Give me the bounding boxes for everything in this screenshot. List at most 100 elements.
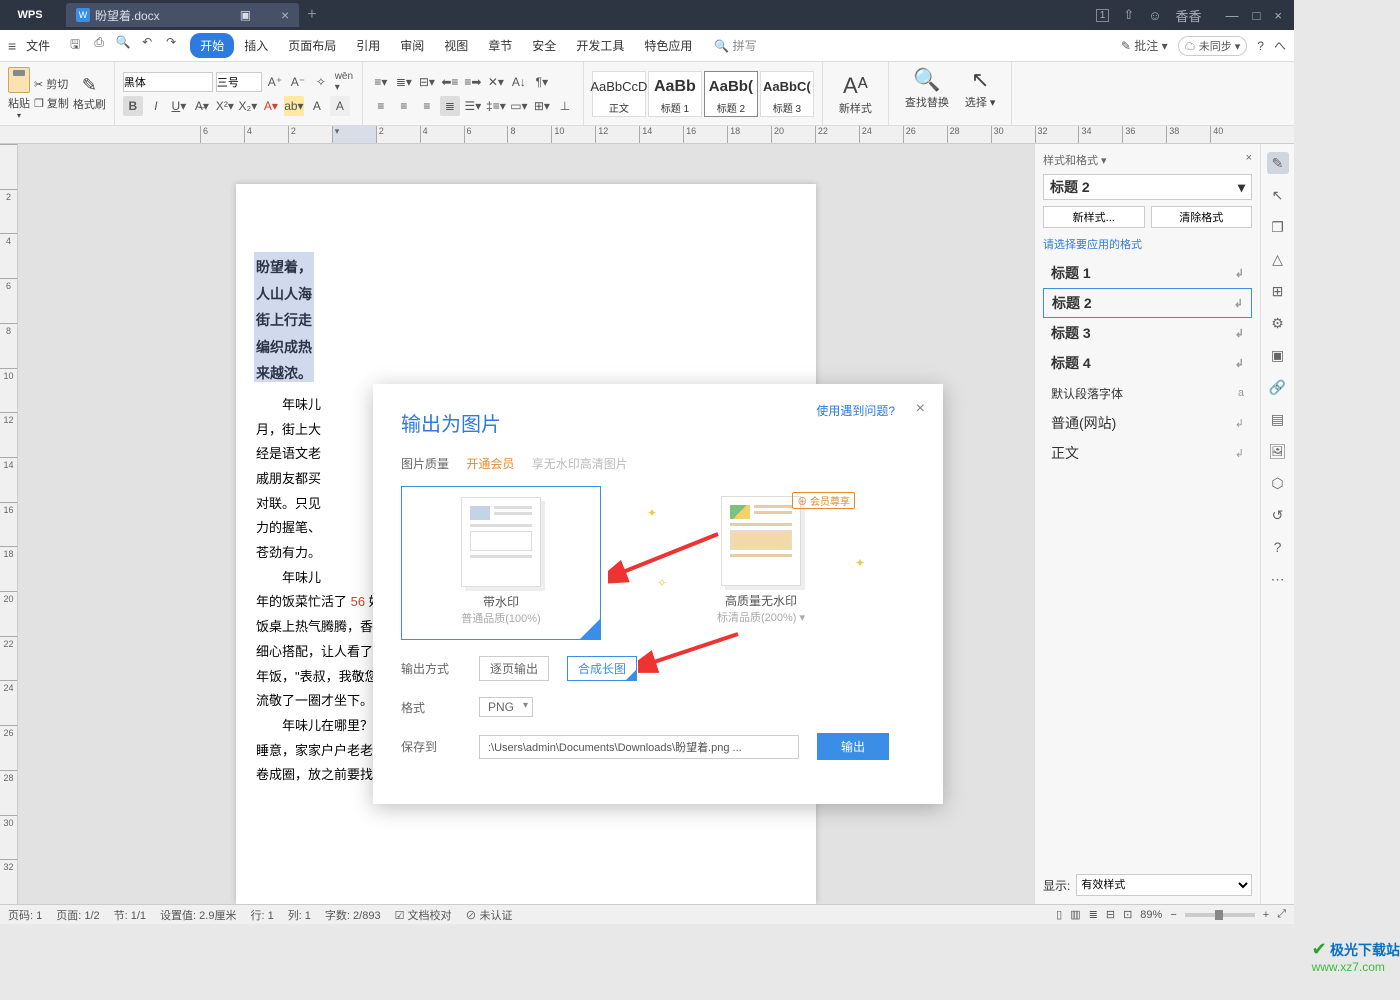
style-item-normal-web[interactable]: 普通(网站)↲ [1043,408,1252,438]
tool-shape-icon[interactable]: △ [1267,248,1289,270]
tab-vip-link[interactable]: 开通会员 [466,457,514,471]
tool-history-icon[interactable]: ↺ [1267,504,1289,526]
show-filter-select[interactable]: 有效样式 [1076,874,1252,896]
decrease-indent-icon[interactable]: ⬅≡ [440,72,460,92]
tool-more-icon[interactable]: ⋯ [1267,568,1289,590]
paste-button[interactable]: 粘贴▾ [8,67,30,120]
fullscreen-icon[interactable]: ⤢ [1277,908,1286,921]
increase-indent-icon[interactable]: ≡➡ [463,72,483,92]
numbering-icon[interactable]: ≣▾ [394,72,414,92]
zoom-in-icon[interactable]: + [1263,909,1269,921]
tool-image-icon[interactable]: ▣ [1267,344,1289,366]
tab-start[interactable]: 开始 [190,33,234,58]
maximize-icon[interactable]: □ [1253,8,1261,23]
clear-format-icon[interactable]: ✧ [311,72,331,92]
style-normal[interactable]: AaBbCcD正文 [592,71,646,117]
tab-restore-icon[interactable]: ▣ [240,8,251,22]
ruler-vertical[interactable]: 2468101214161820222426283032 [0,144,18,904]
mode-per-page[interactable]: 逐页输出 [479,656,549,681]
close-icon[interactable]: × [1274,8,1282,23]
print-icon[interactable]: ⎙ [90,35,108,56]
dialog-close-icon[interactable]: × [916,400,925,418]
grow-font-icon[interactable]: A⁺ [265,72,285,92]
search-field[interactable]: 🔍 拼写 [714,37,756,54]
shading-icon[interactable]: ▭▾ [509,96,529,116]
pane-close-icon[interactable]: × [1246,152,1252,168]
style-item-h1[interactable]: 标题 1↲ [1043,258,1252,288]
status-cert[interactable]: ⊘ 未认证 [465,907,512,923]
option-watermark[interactable]: 带水印 普通品质(100%) [401,486,601,640]
help-icon[interactable]: ? [1257,39,1264,53]
find-replace-button[interactable]: 🔍查找替换 [897,66,957,121]
redo-icon[interactable]: ↷ [162,35,180,56]
outline-icon[interactable]: ⊟▾ [417,72,437,92]
underline-icon[interactable]: U▾ [169,96,189,116]
cut-button[interactable]: ✂ 剪切 [34,76,69,92]
style-item-default-font[interactable]: 默认段落字体a [1043,378,1252,408]
option-hd-nowatermark[interactable]: ⊕ 会员尊享 ✦ ✧ ✦ 高质量无水印 标清品质(200%) ▾ [661,486,861,640]
zoom-value[interactable]: 89% [1140,909,1162,921]
mode-long-image[interactable]: 合成长图 [567,656,637,681]
sort-icon[interactable]: A↓ [509,72,529,92]
file-menu[interactable]: 文件 [20,35,56,56]
collapse-ribbon-icon[interactable]: へ [1274,37,1286,54]
shrink-font-icon[interactable]: A⁻ [288,72,308,92]
style-item-h3[interactable]: 标题 3↲ [1043,318,1252,348]
sub-icon[interactable]: X₂▾ [238,96,258,116]
view-web-icon[interactable]: ⊡ [1123,908,1132,921]
style-item-h2[interactable]: 标题 2↲ [1043,288,1252,318]
tab-quality[interactable]: 图片质量 [401,457,449,471]
tool-table-icon[interactable]: ⊞ [1267,280,1289,302]
tool-link-icon[interactable]: 🔗 [1267,376,1289,398]
char-shade-icon[interactable]: A [330,96,350,116]
align-center-icon[interactable]: ≡ [394,96,414,116]
tabs-icon[interactable]: ⊥ [555,96,575,116]
tab-close-icon[interactable]: × [281,7,289,23]
document-area[interactable]: 盼望着， 人山人海 街上行走 编织成热 来越浓。 年味儿 月，街上大 经是语文老… [18,144,1034,904]
tool-styles-icon[interactable]: ✎ [1267,152,1289,174]
view-phone-icon[interactable]: ▯ [1056,908,1062,921]
style-item-body[interactable]: 正文↲ [1043,438,1252,468]
orientation-icon[interactable]: ✕▾ [486,72,506,92]
format-select[interactable]: PNG [479,697,533,717]
borders-icon[interactable]: ⊞▾ [532,96,552,116]
bold-icon[interactable]: B [123,96,143,116]
align-left-icon[interactable]: ≡ [371,96,391,116]
document-tab[interactable]: W 盼望着.docx ▣ × [66,3,299,27]
clear-format-button[interactable]: 清除格式 [1151,206,1253,228]
new-style-button[interactable]: Aᴬ新样式 [831,72,880,116]
save-icon[interactable]: 🖫 [66,35,84,56]
select-button[interactable]: ↖选择 ▾ [957,66,1004,121]
tab-section[interactable]: 章节 [478,33,522,58]
tool-select-icon[interactable]: ↖ [1267,184,1289,206]
tool-pic-icon[interactable]: 🖼 [1267,440,1289,462]
status-words[interactable]: 字数: 2/893 [325,907,381,923]
save-path-field[interactable]: :\Users\admin\Documents\Downloads\盼望着.pn… [479,735,799,759]
distribute-icon[interactable]: ☰▾ [463,96,483,116]
font-size-input[interactable] [216,72,262,92]
preview-icon[interactable]: 🔍 [114,35,132,56]
show-marks-icon[interactable]: ¶▾ [532,72,552,92]
user-avatar-icon[interactable]: ☺ [1148,8,1161,23]
tool-protect-icon[interactable]: ⬡ [1267,472,1289,494]
zoom-out-icon[interactable]: − [1170,909,1176,921]
style-h2[interactable]: AaBb(标题 2 [704,71,758,117]
view-outline-icon[interactable]: ⊟ [1106,908,1115,921]
skin-icon[interactable]: ⇧ [1123,7,1134,23]
tool-clipboard-icon[interactable]: ❐ [1267,216,1289,238]
undo-icon[interactable]: ↶ [138,35,156,56]
notif-icon[interactable]: 1 [1096,9,1110,22]
char-border-icon[interactable]: A [307,96,327,116]
current-style-select[interactable]: 标题 2▾ [1043,174,1252,200]
dialog-help-link[interactable]: 使用遇到问题? [816,402,895,419]
tab-special[interactable]: 特色应用 [634,33,702,58]
line-spacing-icon[interactable]: ‡≡▾ [486,96,506,116]
tab-pagelayout[interactable]: 页面布局 [278,33,346,58]
highlight-icon[interactable]: ab▾ [284,96,304,116]
tab-security[interactable]: 安全 [522,33,566,58]
style-h3[interactable]: AaBbC(标题 3 [760,71,814,117]
ruler-horizontal[interactable]: 642▾246810121416182022242628303234363840 [0,126,1294,144]
status-page[interactable]: 页面: 1/2 [56,907,99,923]
style-item-h4[interactable]: 标题 4↲ [1043,348,1252,378]
font-family-input[interactable] [123,72,213,92]
